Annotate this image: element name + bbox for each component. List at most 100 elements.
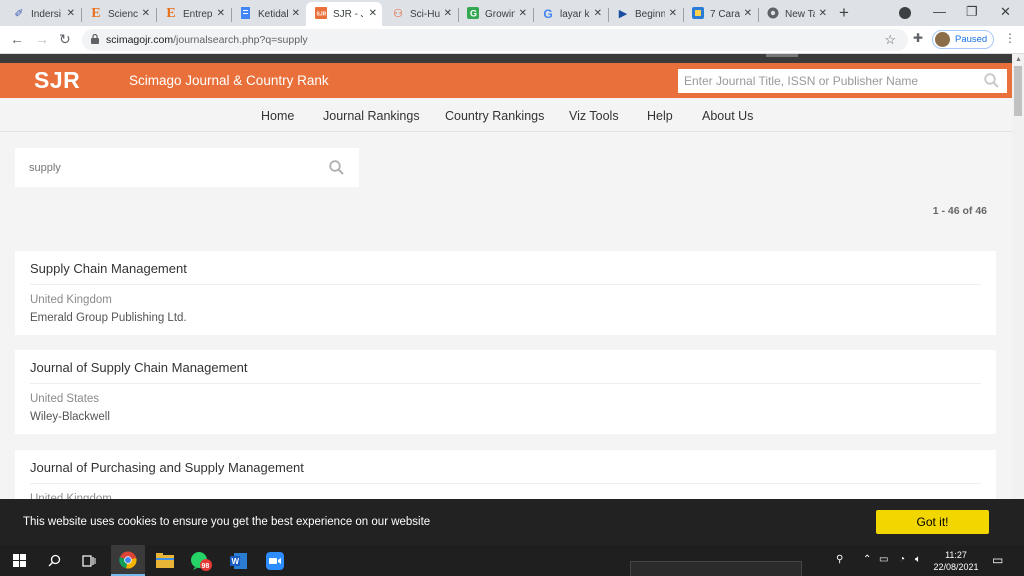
back-button[interactable]: ← <box>10 31 24 47</box>
close-tab-icon[interactable]: ✕ <box>142 8 150 19</box>
close-tab-icon[interactable]: ✕ <box>519 8 527 19</box>
browser-tab[interactable]: G Growin ✕ <box>458 2 532 26</box>
profile-button[interactable]: Paused <box>932 30 994 49</box>
nav-home[interactable]: Home <box>261 109 294 123</box>
extensions-icon[interactable]: ✚ <box>913 31 923 45</box>
journal-publisher: Wiley-Blackwell <box>30 411 110 423</box>
forward-button[interactable]: → <box>35 31 49 47</box>
search-icon[interactable] <box>984 73 999 88</box>
search-icon <box>48 554 60 567</box>
cookie-accept-button[interactable]: Got it! <box>876 510 989 534</box>
journal-search-input[interactable] <box>15 148 315 187</box>
sjr-logo[interactable]: SJR <box>0 63 112 98</box>
clock-time: 11:27 <box>945 550 967 560</box>
address-bar-row: ← → ↻ scimagojr.com/journalsearch.php?q=… <box>0 26 1024 54</box>
nav-help[interactable]: Help <box>647 109 673 123</box>
google-icon: G <box>543 7 553 21</box>
nav-viz-tools[interactable]: Viz Tools <box>569 109 619 123</box>
browser-tab[interactable]: New Ta ✕ <box>758 2 832 26</box>
tab-search-icon[interactable] <box>899 7 911 19</box>
journal-country: United Kingdom <box>30 294 112 306</box>
header-search-box <box>678 69 1007 93</box>
site-header: SJR Scimago Journal & Country Rank <box>0 63 1012 98</box>
play-icon: ▶ <box>618 8 628 20</box>
site-title[interactable]: Scimago Journal & Country Rank <box>129 73 329 88</box>
svg-text:W: W <box>232 557 240 566</box>
close-tab-icon[interactable]: ✕ <box>67 8 75 19</box>
browser-tab[interactable]: Ketidal ✕ <box>231 2 305 26</box>
scrollbar-thumb[interactable] <box>1014 66 1022 116</box>
close-window-button[interactable]: ✕ <box>1000 4 1011 20</box>
scroll-up-icon[interactable]: ▲ <box>1015 56 1022 63</box>
taskbar-zoom[interactable] <box>258 545 292 576</box>
url-field[interactable]: scimagojr.com/journalsearch.php?q=supply… <box>82 29 908 51</box>
taskbar-whatsapp[interactable]: 98 <box>185 545 219 576</box>
browser-tab[interactable]: 7 Cara ✕ <box>683 2 757 26</box>
browser-tab[interactable]: E Science ✕ <box>81 2 155 26</box>
close-tab-icon[interactable]: ✕ <box>594 8 602 19</box>
restore-button[interactable]: ❐ <box>966 4 978 20</box>
close-tab-icon[interactable]: ✕ <box>292 8 300 19</box>
whatsapp-badge: 98 <box>202 563 210 570</box>
nav-journal-rankings[interactable]: Journal Rankings <box>323 109 420 123</box>
close-tab-icon[interactable]: ✕ <box>217 8 225 19</box>
result-count: 1 - 46 of 46 <box>932 205 987 217</box>
feather-icon: ✐ <box>14 8 24 20</box>
clock-date: 22/08/2021 <box>933 562 979 572</box>
journal-country: United States <box>30 393 100 405</box>
result-card[interactable]: Journal of Supply Chain Management Unite… <box>15 350 996 434</box>
show-hidden-icons[interactable]: ⌃ <box>863 554 871 565</box>
windows-logo-icon <box>12 554 26 567</box>
people-icon[interactable]: ⚲ <box>836 554 843 565</box>
nav-about-us[interactable]: About Us <box>702 109 753 123</box>
elsevier-icon: E <box>91 6 101 21</box>
search-icon[interactable] <box>329 160 344 175</box>
result-card[interactable]: Supply Chain Management United Kingdom E… <box>15 251 996 335</box>
journal-title[interactable]: Journal of Purchasing and Supply Managem… <box>30 460 304 475</box>
close-tab-icon[interactable]: ✕ <box>444 8 452 19</box>
nav-country-rankings[interactable]: Country Rankings <box>445 109 544 123</box>
taskbar-file-explorer[interactable] <box>148 545 182 576</box>
close-tab-icon[interactable]: ✕ <box>669 8 677 19</box>
journal-search-box <box>15 148 359 187</box>
browser-tab[interactable]: E Entrep ✕ <box>156 2 230 26</box>
browser-tab[interactable]: G layar k ✕ <box>533 2 607 26</box>
system-clock[interactable]: 11:27 22/08/2021 <box>930 549 982 573</box>
task-view-button[interactable] <box>72 545 106 576</box>
journal-title[interactable]: Journal of Supply Chain Management <box>30 360 248 375</box>
article-icon <box>691 7 705 21</box>
menu-icon[interactable]: ⋮ <box>1004 31 1016 45</box>
task-view-icon <box>82 554 96 567</box>
url-host: scimagojr.com <box>106 34 174 46</box>
journal-title[interactable]: Supply Chain Management <box>30 261 187 276</box>
docs-icon <box>239 7 253 21</box>
browser-tab[interactable]: ⚇ Sci-Hub ✕ <box>383 2 457 26</box>
wifi-icon[interactable]: ◔ <box>899 554 905 565</box>
header-search-input[interactable] <box>678 69 968 93</box>
volume-icon[interactable]: 🔈︎ <box>915 554 921 565</box>
taskbar-chrome[interactable] <box>111 545 145 576</box>
reload-button[interactable]: ↻ <box>59 31 71 48</box>
browser-tab-active[interactable]: SJR SJR - J ✕ <box>306 2 382 26</box>
whatsapp-icon: 98 <box>191 551 212 571</box>
word-icon: W <box>230 552 247 569</box>
notification-icon[interactable]: ▭ <box>992 553 1003 567</box>
taskbar-word[interactable]: W <box>222 545 256 576</box>
close-tab-icon[interactable]: ✕ <box>369 8 377 19</box>
close-tab-icon[interactable]: ✕ <box>744 8 752 19</box>
browser-tab[interactable]: ▶ Beginn ✕ <box>608 2 682 26</box>
page-scrollbar[interactable]: ▲ ▼ <box>1012 54 1024 545</box>
folder-icon <box>156 553 174 568</box>
windows-start-button[interactable] <box>2 545 36 576</box>
search-button[interactable] <box>37 545 71 576</box>
bookmark-star-icon[interactable]: ☆ <box>884 32 896 48</box>
chrome-icon <box>119 551 137 569</box>
taskbar-preview-popup <box>630 561 802 576</box>
minimize-button[interactable]: — <box>933 4 946 19</box>
chrome-icon <box>766 7 780 21</box>
battery-icon[interactable]: ▭ <box>879 554 888 565</box>
browser-tab[interactable]: ✐ Indersi ✕ <box>4 2 80 26</box>
close-tab-icon[interactable]: ✕ <box>819 8 827 19</box>
new-tab-button[interactable]: + <box>839 3 849 23</box>
divider <box>30 284 981 285</box>
